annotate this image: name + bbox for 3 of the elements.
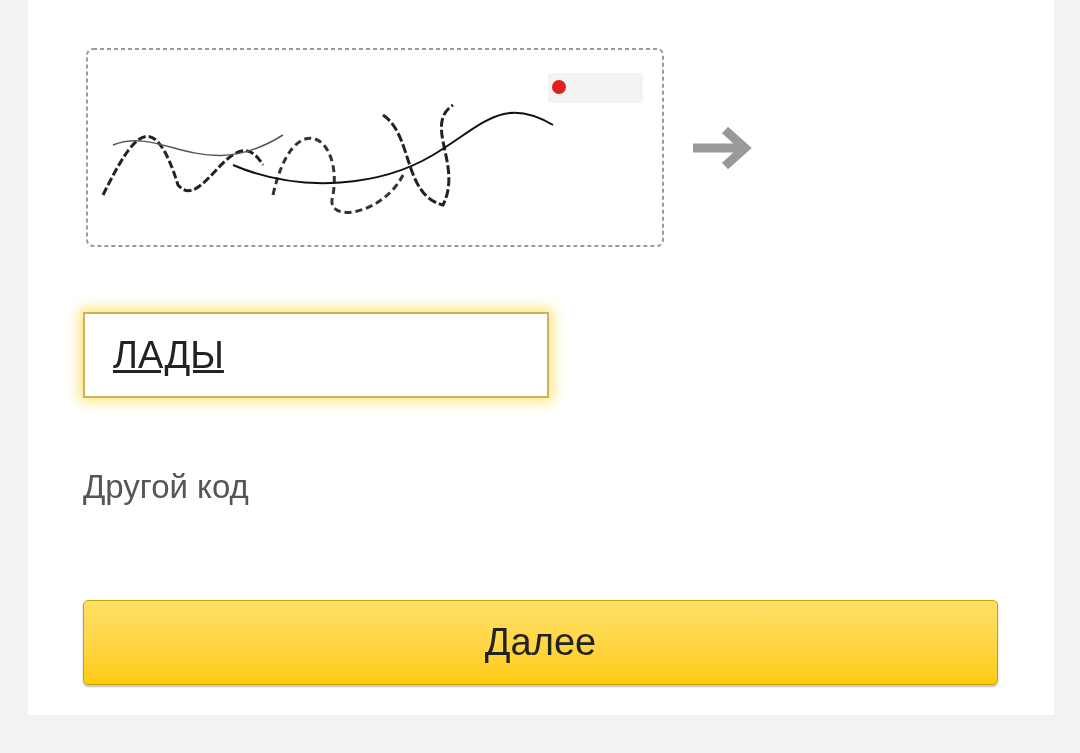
answer-field[interactable]: ЛАДЫ <box>83 312 549 398</box>
next-button[interactable]: Далее <box>83 599 998 685</box>
other-code-link[interactable]: Другой код <box>83 462 249 512</box>
